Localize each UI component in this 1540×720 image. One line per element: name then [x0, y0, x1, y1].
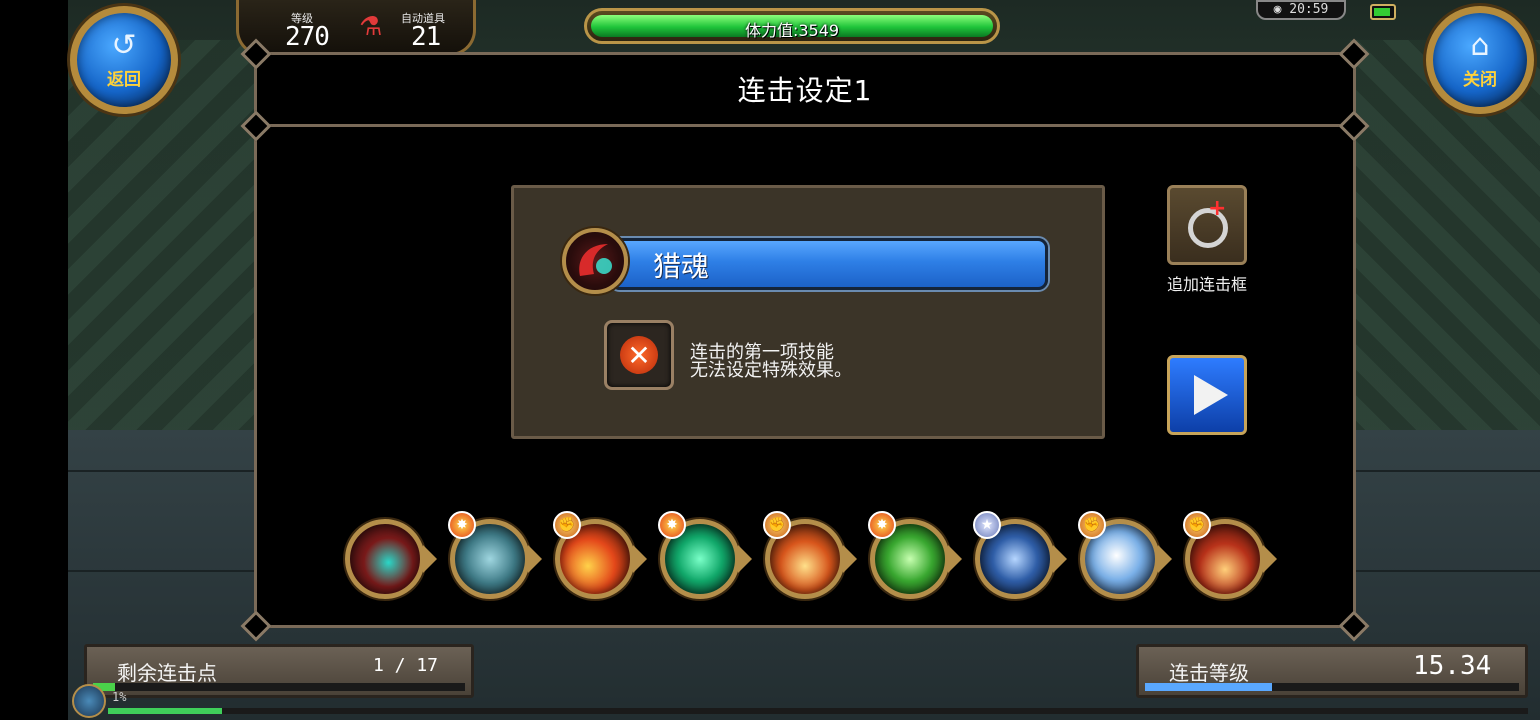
- auto-item-value: 21: [411, 22, 441, 52]
- red-scythe-icon: [345, 519, 425, 599]
- chain-skill-slot[interactable]: ✸: [658, 511, 752, 607]
- potion-icon: ⚗: [359, 12, 383, 42]
- chain-arrow-icon: [738, 545, 752, 573]
- clock-time: 20:59: [1289, 2, 1329, 17]
- chain-skill-slot[interactable]: ✊: [763, 511, 857, 607]
- chain-arrow-icon: [633, 545, 647, 573]
- chain-skill-slot[interactable]: ★: [973, 511, 1067, 607]
- star-badge-icon: ★: [973, 511, 1001, 539]
- remaining-points-value: 1 / 17: [373, 655, 439, 676]
- add-chain-label: 追加连击框: [1166, 275, 1247, 294]
- skill-detail-panel: 猎魂 ✕ 连击的第一项技能 无法设定特殊效果。: [511, 185, 1105, 439]
- next-button[interactable]: [1167, 355, 1247, 435]
- burst-badge-icon: ✸: [868, 511, 896, 539]
- note-line-2: 无法设定特殊效果。: [690, 360, 852, 381]
- close-button[interactable]: ⌂ 关闭: [1426, 6, 1534, 114]
- chain-arrow-icon: [1158, 545, 1172, 573]
- chain-arrow-icon: [948, 545, 962, 573]
- fist-badge-icon: ✊: [763, 511, 791, 539]
- chain-level-label: 连击等级: [1169, 661, 1249, 685]
- fist-badge-icon: ✊: [1078, 511, 1106, 539]
- play-arrow-icon: [1194, 375, 1228, 415]
- fist-badge-icon: ✊: [553, 511, 581, 539]
- chain-level-bar: [1145, 683, 1519, 691]
- chain-skill-slot[interactable]: ✊: [1078, 511, 1172, 607]
- exp-bar: [108, 708, 1528, 714]
- chain-arrow-icon: [528, 545, 542, 573]
- chain-arrow-icon: [1053, 545, 1067, 573]
- chain-level-bar-fill: [1145, 683, 1273, 691]
- game-screen: ↺ 返回 等级 270 ⚗ 自动道具 21 体力值:3549 ◉ 20:59 ⌂…: [0, 0, 1540, 720]
- clock-icon: ◉: [1273, 2, 1282, 17]
- dialog-title: 连击设定1: [737, 74, 873, 107]
- plus-icon: +: [1208, 196, 1227, 221]
- level-value: 270: [285, 22, 330, 52]
- selected-skill-name: 猎魂: [653, 250, 710, 283]
- chain-arrow-icon: [423, 545, 437, 573]
- home-icon: ⌂: [1470, 27, 1490, 63]
- selected-skill-bar[interactable]: 猎魂: [610, 238, 1048, 290]
- chain-arrow-icon: [1263, 545, 1277, 573]
- player-stats-plate: 等级 270 ⚗ 自动道具 21: [236, 0, 476, 56]
- close-button-label: 关闭: [1463, 69, 1497, 90]
- combo-setting-dialog: 连击设定1 猎魂 ✕ 连击的第一项技能 无法设定特殊效果。 + 追加连击框 ✸ …: [240, 38, 1370, 642]
- selected-skill-icon: [562, 228, 628, 294]
- special-effect-slot[interactable]: ✕: [604, 320, 674, 390]
- back-button[interactable]: ↺ 返回: [70, 6, 178, 114]
- chain-level-value: 15.34: [1413, 651, 1492, 681]
- remaining-points-label: 剩余连击点: [117, 661, 217, 685]
- red-scythe-icon: [579, 244, 612, 276]
- burst-badge-icon: ✸: [448, 511, 476, 539]
- player-avatar-icon: [72, 684, 106, 718]
- chain-skill-slot[interactable]: [345, 519, 437, 607]
- first-skill-note: 连击的第一项技能 无法设定特殊效果。: [690, 344, 852, 380]
- chain-skill-slot[interactable]: ✸: [448, 511, 542, 607]
- fist-badge-icon: ✊: [1183, 511, 1211, 539]
- stamina-text: 体力值:3549: [744, 21, 840, 40]
- exp-percent: 1%: [112, 690, 127, 704]
- chain-skill-slot[interactable]: ✊: [1183, 511, 1277, 607]
- chain-level-panel: 连击等级 15.34: [1136, 644, 1528, 698]
- add-chain-button[interactable]: +: [1167, 185, 1247, 265]
- return-arrow-icon: ↺: [111, 27, 137, 63]
- chain-skill-slot[interactable]: ✸: [868, 511, 962, 607]
- cross-icon: ✕: [620, 336, 658, 374]
- back-button-label: 返回: [107, 69, 141, 90]
- remaining-points-panel: 剩余连击点 1 / 17: [84, 644, 474, 698]
- burst-badge-icon: ✸: [658, 511, 686, 539]
- chain-arrow-icon: [843, 545, 857, 573]
- stamina-bar: 体力值:3549: [584, 8, 1000, 44]
- chain-skill-slot[interactable]: ✊: [553, 511, 647, 607]
- battery-icon: [1370, 4, 1396, 20]
- clock: ◉ 20:59: [1256, 0, 1346, 20]
- exp-bar-fill: [108, 708, 222, 714]
- remaining-points-bar: [93, 683, 465, 691]
- dialog-header: 连击设定1: [257, 55, 1353, 127]
